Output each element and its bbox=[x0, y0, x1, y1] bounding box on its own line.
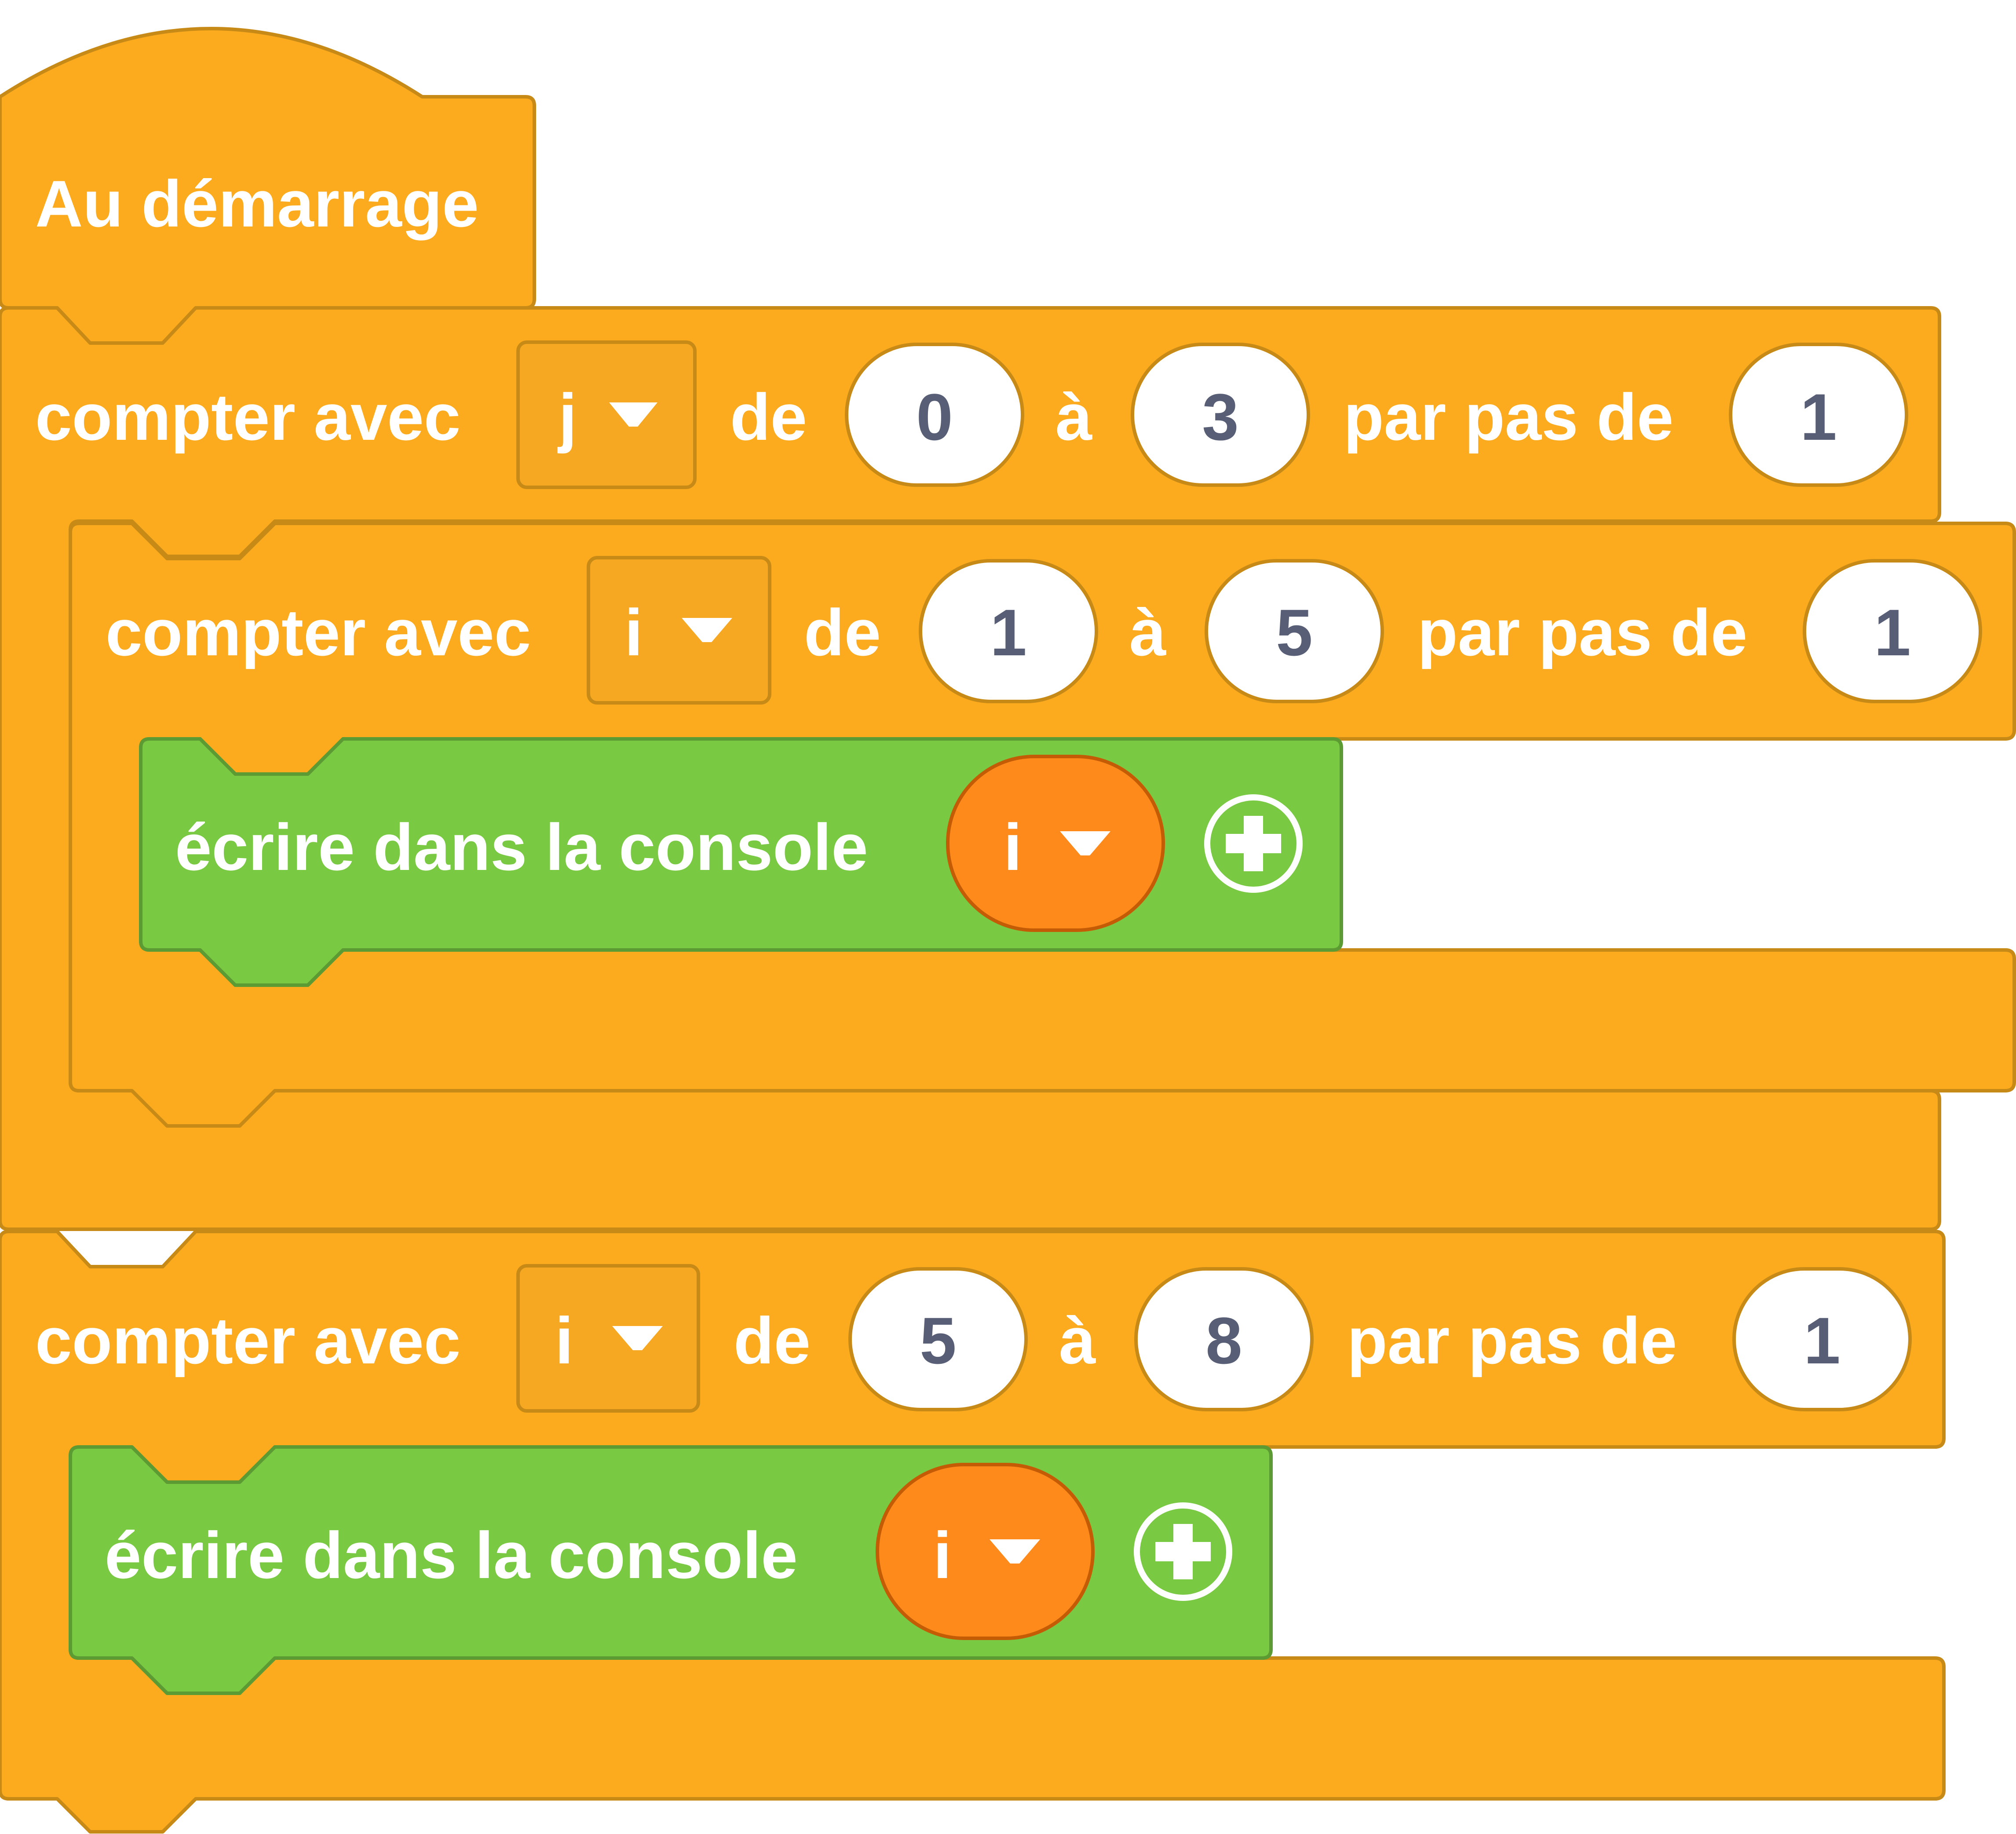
step-value-input[interactable]: 1 bbox=[1729, 343, 1908, 487]
from-label: de bbox=[804, 596, 881, 669]
variable-name: j bbox=[557, 380, 577, 454]
variable-reporter-i[interactable]: i bbox=[876, 1463, 1095, 1640]
from-value-input[interactable]: 5 bbox=[848, 1267, 1028, 1411]
from-label: de bbox=[730, 380, 807, 454]
from-label: de bbox=[734, 1304, 811, 1377]
variable-name: i bbox=[625, 596, 643, 669]
to-value-input[interactable]: 5 bbox=[1205, 559, 1384, 703]
count-label: compter avec bbox=[35, 380, 460, 454]
step-label: par pas de bbox=[1344, 380, 1673, 454]
console-print-label: écrire dans la console bbox=[175, 810, 868, 884]
to-value-input[interactable]: 3 bbox=[1131, 343, 1310, 487]
console-print-block-second[interactable]: écrire dans la console i bbox=[69, 1445, 1273, 1695]
to-value: 5 bbox=[1276, 596, 1312, 669]
console-print-block-inner[interactable]: écrire dans la console i bbox=[139, 737, 1343, 987]
console-print-label: écrire dans la console bbox=[105, 1518, 798, 1592]
step-value: 1 bbox=[1804, 1304, 1840, 1377]
step-value: 1 bbox=[1800, 380, 1837, 454]
count-label: compter avec bbox=[35, 1304, 460, 1377]
variable-dropdown-i[interactable]: i bbox=[516, 1264, 700, 1413]
variable-name: i bbox=[1004, 810, 1022, 884]
to-label: à bbox=[1059, 1304, 1096, 1377]
step-label: par pas de bbox=[1417, 596, 1747, 669]
on-start-label: Au démarrage bbox=[35, 167, 479, 241]
to-label: à bbox=[1129, 596, 1166, 669]
to-value-input[interactable]: 8 bbox=[1134, 1267, 1314, 1411]
variable-name: i bbox=[933, 1518, 952, 1592]
on-start-hat-block[interactable]: Au démarrage bbox=[0, 27, 536, 345]
step-value-input[interactable]: 1 bbox=[1803, 559, 1982, 703]
step-value-input[interactable]: 1 bbox=[1732, 1267, 1912, 1411]
variable-reporter-i[interactable]: i bbox=[946, 755, 1165, 932]
variable-dropdown-i[interactable]: i bbox=[587, 556, 771, 705]
count-label: compter avec bbox=[106, 596, 531, 669]
from-value: 1 bbox=[990, 596, 1026, 669]
step-label: par pas de bbox=[1347, 1304, 1677, 1377]
variable-dropdown-j[interactable]: j bbox=[516, 340, 697, 489]
variable-name: i bbox=[555, 1304, 573, 1377]
from-value-input[interactable]: 0 bbox=[845, 343, 1024, 487]
step-value: 1 bbox=[1874, 596, 1910, 669]
to-value: 8 bbox=[1205, 1304, 1242, 1377]
to-value: 3 bbox=[1202, 380, 1238, 454]
from-value: 5 bbox=[920, 1304, 956, 1377]
to-label: à bbox=[1055, 380, 1092, 454]
from-value: 0 bbox=[916, 380, 953, 454]
from-value-input[interactable]: 1 bbox=[919, 559, 1098, 703]
block-workspace: Au démarrage compter avec j de 0 à 3 par… bbox=[0, 27, 2016, 1834]
